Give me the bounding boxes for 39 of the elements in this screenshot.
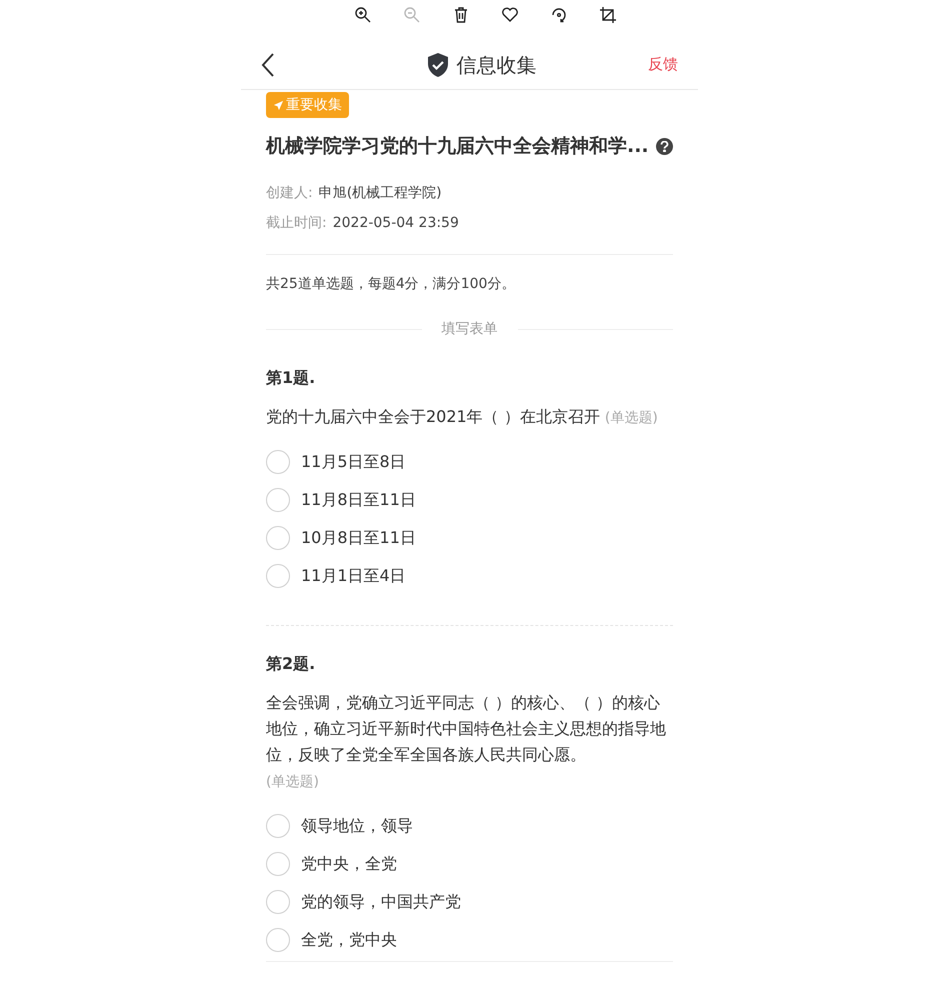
trash-icon[interactable] bbox=[452, 6, 470, 24]
page-title: 信息收集 bbox=[456, 52, 536, 78]
radio-button[interactable] bbox=[266, 488, 290, 512]
form-summary: 共25道单选题，每题4分，满分100分。 bbox=[266, 274, 516, 294]
send-icon bbox=[273, 100, 284, 110]
option-label: 党的领导，中国共产党 bbox=[301, 890, 461, 912]
radio-button[interactable] bbox=[266, 852, 290, 876]
option-label: 全党，党中央 bbox=[301, 928, 397, 950]
rotate-icon[interactable] bbox=[550, 6, 568, 24]
radio-button[interactable] bbox=[266, 928, 290, 952]
radio-button[interactable] bbox=[266, 814, 290, 838]
option-label: 10月8日至11日 bbox=[301, 526, 416, 548]
option-label: 11月1日至4日 bbox=[301, 564, 406, 586]
back-button[interactable] bbox=[261, 52, 275, 78]
shield-check-icon bbox=[426, 52, 448, 78]
question-text: 全会强调，党确立习近平同志（ ）的核心、（ ）的核心地位，确立习近平新时代中国特色社会主义思想的指导地位，反映了全党全军全国各族人民共同心愿。 (单选题) bbox=[266, 692, 667, 792]
feedback-link[interactable]: 反馈 bbox=[648, 53, 678, 76]
question-number: 第2题. bbox=[266, 652, 316, 674]
section-label: 填写表单 bbox=[442, 320, 498, 338]
meta-label: 创建人: bbox=[266, 184, 313, 202]
option-label: 11月5日至8日 bbox=[301, 450, 406, 472]
crop-icon[interactable] bbox=[599, 6, 617, 24]
zoom-in-icon[interactable] bbox=[354, 6, 372, 24]
option-label: 领导地位，领导 bbox=[301, 814, 413, 836]
radio-button[interactable] bbox=[266, 564, 290, 588]
option-label: 11月8日至11日 bbox=[301, 488, 416, 510]
radio-button[interactable] bbox=[266, 526, 290, 550]
help-icon[interactable] bbox=[656, 138, 673, 155]
tag: 重要收集 bbox=[266, 92, 349, 118]
form-title: 机械学院学习党的十九届六中全会精神和学... bbox=[266, 134, 649, 159]
meta-value: 2022-05-04 23:59 bbox=[332, 214, 459, 232]
meta-label: 截止时间: bbox=[266, 214, 327, 232]
heart-icon[interactable] bbox=[501, 6, 519, 24]
meta-value: 申旭(机械工程学院) bbox=[318, 184, 442, 202]
radio-button[interactable] bbox=[266, 890, 290, 914]
question-text: 党的十九届六中全会于2021年（ ）在北京召开 (单选题) bbox=[266, 406, 659, 428]
question-number: 第1题. bbox=[266, 366, 316, 388]
option-label: 党中央，全党 bbox=[301, 852, 397, 874]
radio-button[interactable] bbox=[266, 450, 290, 474]
